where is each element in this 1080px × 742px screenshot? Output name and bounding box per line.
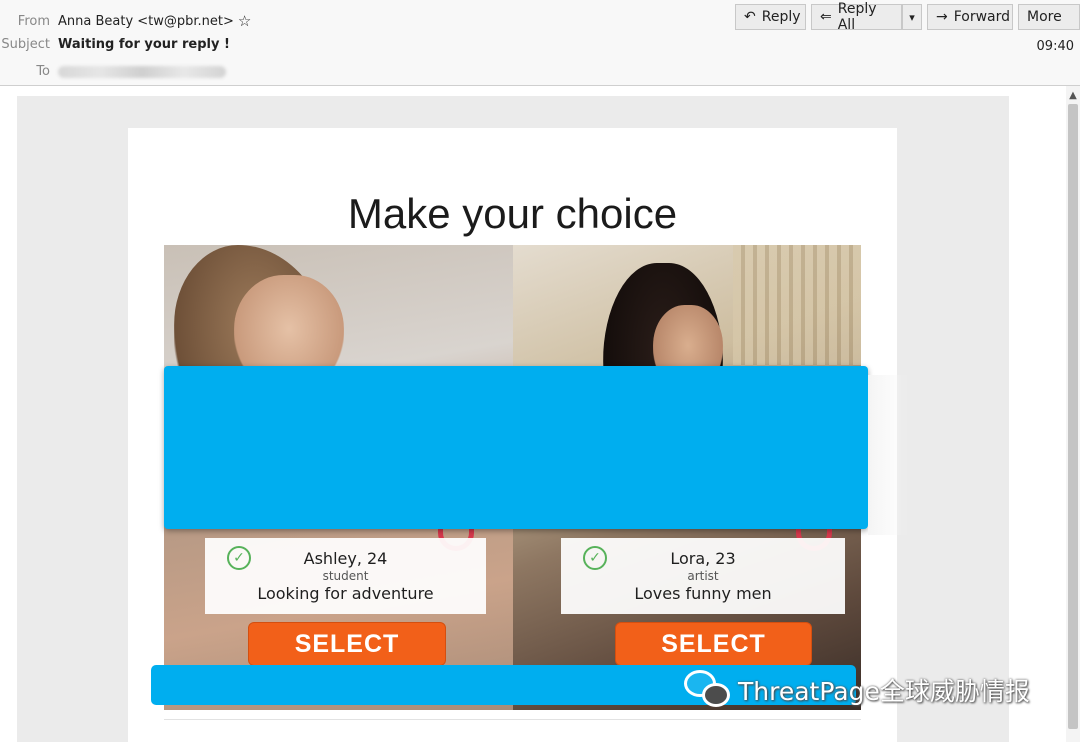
scrollbar-thumb[interactable]	[1068, 104, 1078, 729]
subject-value: Waiting for your reply !	[58, 37, 230, 52]
more-button[interactable]: More	[1018, 4, 1080, 30]
to-value-blurred	[58, 65, 226, 78]
profile-tagline: Looking for adventure	[257, 584, 434, 603]
from-label: From	[17, 13, 50, 29]
to-label: To	[36, 64, 50, 79]
check-icon: ✓	[227, 546, 251, 570]
reply-all-button[interactable]: ⇐ Reply All	[811, 1, 902, 33]
more-label: More	[1027, 9, 1062, 25]
subject-row: Subject Waiting for your reply !	[0, 37, 230, 52]
subject-label: Subject	[1, 37, 50, 52]
from-value[interactable]: Anna Beaty <tw@pbr.net>	[58, 14, 234, 29]
forward-label: Forward	[953, 9, 1011, 25]
forward-button[interactable]: → Forward	[927, 4, 1013, 30]
reply-label: Reply	[761, 9, 801, 25]
to-row: To	[0, 64, 226, 79]
profile-card-lora: ✓ Lora, 23 artist Loves funny men	[561, 538, 845, 614]
redaction-shadow	[868, 375, 908, 535]
from-row: From Anna Beaty <tw@pbr.net> ☆	[0, 12, 252, 30]
select-lora-button[interactable]: SELECT	[615, 622, 812, 666]
select-ashley-button[interactable]: SELECT	[248, 622, 446, 666]
check-icon: ✓	[583, 546, 607, 570]
forward-icon: →	[936, 9, 948, 25]
message-time: 09:40	[1036, 39, 1074, 54]
profile-role: artist	[687, 569, 719, 583]
watermark: ThreatPage全球威胁情报	[684, 670, 1030, 710]
redaction-box	[164, 366, 868, 529]
message-header: From Anna Beaty <tw@pbr.net> ☆ Subject W…	[0, 0, 1080, 86]
reply-all-dropdown[interactable]: ▾	[902, 4, 922, 30]
reply-all-icon: ⇐	[820, 9, 832, 25]
watermark-text: ThreatPage全球威胁情报	[738, 677, 1030, 706]
email-title: Make your choice	[347, 190, 678, 237]
divider	[164, 719, 861, 720]
profile-card-ashley: ✓ Ashley, 24 student Looking for adventu…	[205, 538, 486, 614]
reply-button[interactable]: ↶ Reply	[735, 4, 806, 30]
reply-all-label: Reply All	[837, 1, 877, 33]
photo-mirror	[733, 245, 861, 365]
reply-icon: ↶	[744, 9, 756, 25]
chevron-down-icon: ▾	[909, 10, 915, 24]
vertical-scrollbar[interactable]: ▲	[1066, 86, 1080, 742]
star-icon[interactable]: ☆	[238, 12, 251, 30]
profile-role: student	[322, 569, 369, 583]
profile-tagline: Loves funny men	[634, 584, 772, 603]
scroll-up-icon[interactable]: ▲	[1066, 88, 1080, 104]
wechat-icon	[684, 670, 732, 710]
